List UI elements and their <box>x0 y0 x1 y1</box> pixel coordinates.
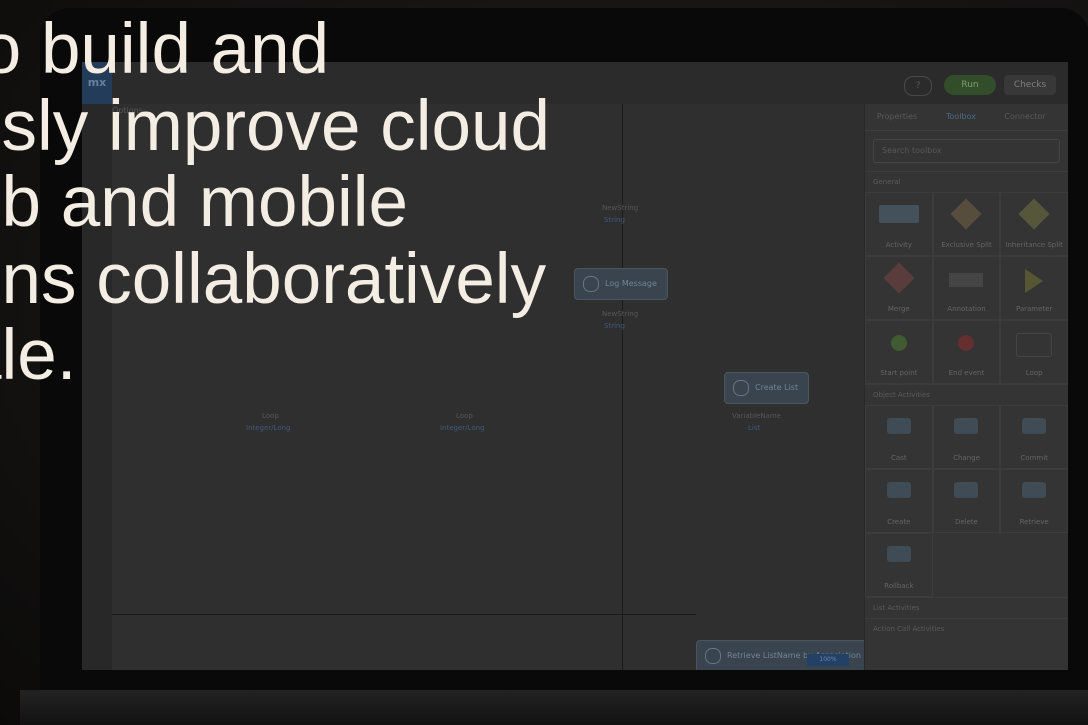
headline-line-1: to build and <box>0 10 330 89</box>
headline-line-3: eb and mobile <box>0 163 409 242</box>
headline-line-2: usly improve cloud <box>0 86 550 166</box>
headline-line-5: ale. <box>0 316 77 395</box>
headline-line-4: ons collaboratively <box>0 239 547 319</box>
headline-text: to build and usly improve cloud eb and m… <box>0 10 550 395</box>
